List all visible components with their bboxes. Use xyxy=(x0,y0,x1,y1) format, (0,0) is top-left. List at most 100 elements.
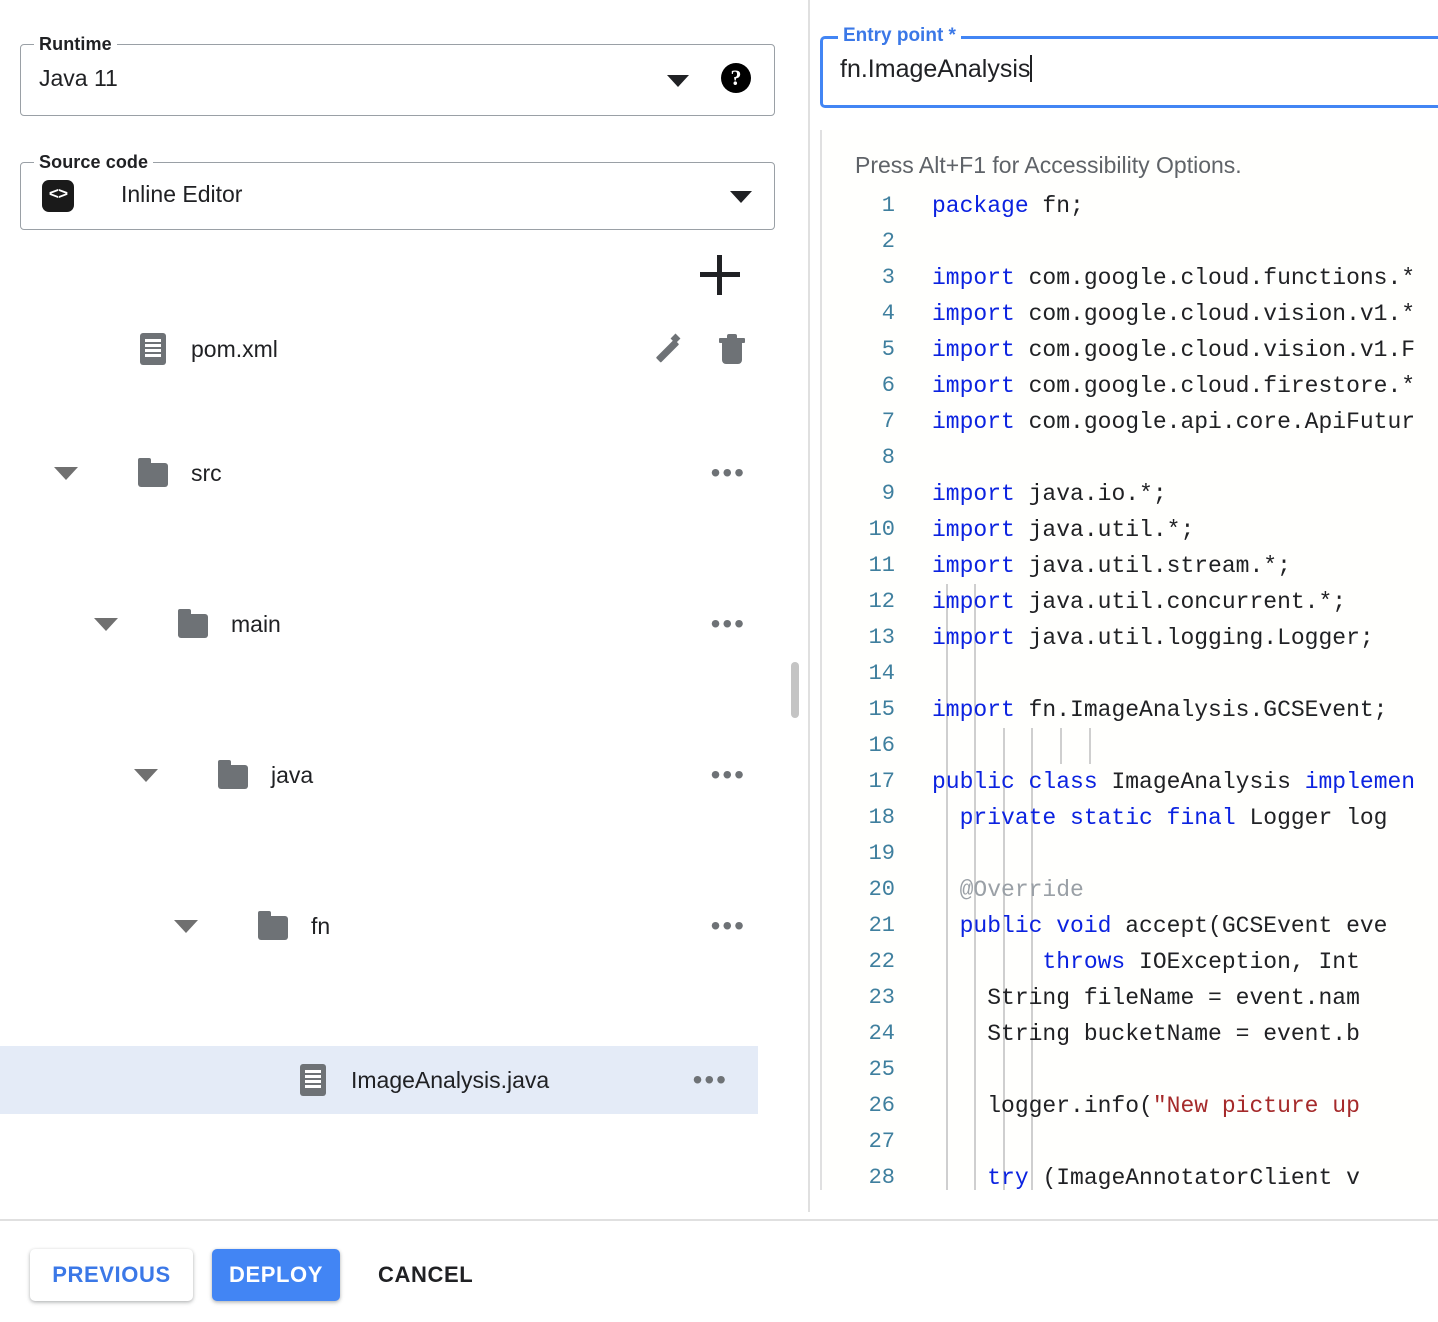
code-line: 6 import com.google.cloud.firestore.* xyxy=(822,368,1438,404)
edit-pencil-icon[interactable] xyxy=(660,334,690,364)
code-line: 25 xyxy=(822,1052,1438,1088)
line-number: 3 xyxy=(822,260,895,296)
code-line: 9 import java.io.*; xyxy=(822,476,1438,512)
tree-item-label: ImageAnalysis.java xyxy=(351,1067,549,1094)
line-text: package fn; xyxy=(932,188,1084,224)
tree-item-label: src xyxy=(191,460,222,487)
right-editor-panel: Entry point * fn.ImageAnalysis Press Alt… xyxy=(810,0,1438,1212)
code-line: 10 import java.util.*; xyxy=(822,512,1438,548)
code-line: 22 throws IOException, Int xyxy=(822,944,1438,980)
line-number: 22 xyxy=(822,944,895,980)
line-number: 12 xyxy=(822,584,895,620)
line-number: 7 xyxy=(822,404,895,440)
chevron-down-icon[interactable] xyxy=(134,769,158,782)
code-line: 16 xyxy=(822,728,1438,764)
delete-trash-icon[interactable] xyxy=(718,334,746,364)
cancel-button[interactable]: CANCEL xyxy=(360,1249,500,1301)
tree-item-main[interactable]: main ••• xyxy=(18,593,776,655)
code-line: 13 import java.util.logging.Logger; xyxy=(822,620,1438,656)
chevron-down-icon[interactable] xyxy=(54,467,78,480)
line-number: 17 xyxy=(822,764,895,800)
line-number: 23 xyxy=(822,980,895,1016)
line-number: 27 xyxy=(822,1124,895,1160)
previous-button[interactable]: PREVIOUS xyxy=(30,1249,193,1301)
file-icon xyxy=(300,1064,326,1096)
folder-icon xyxy=(218,765,248,789)
folder-icon xyxy=(138,463,168,487)
line-text: public class ImageAnalysis implemen xyxy=(932,764,1415,800)
line-text: import com.google.api.core.ApiFutur xyxy=(932,404,1415,440)
line-number: 15 xyxy=(822,692,895,728)
line-text: import java.util.concurrent.*; xyxy=(932,584,1346,620)
tree-item-label: pom.xml xyxy=(191,336,278,363)
tree-item-imageanalysis-java[interactable]: ImageAnalysis.java ••• xyxy=(0,1046,758,1114)
line-number: 14 xyxy=(822,656,895,692)
code-line: 28 try (ImageAnnotatorClient v xyxy=(822,1160,1438,1190)
line-text: import com.google.cloud.functions.* xyxy=(932,260,1415,296)
chevron-down-icon[interactable] xyxy=(174,920,198,933)
chevron-down-icon[interactable] xyxy=(730,191,752,203)
inline-code-editor[interactable]: Press Alt+F1 for Accessibility Options. … xyxy=(820,130,1438,1190)
code-line: 8 xyxy=(822,440,1438,476)
code-line: 4 import com.google.cloud.vision.v1.* xyxy=(822,296,1438,332)
overflow-menu-icon[interactable]: ••• xyxy=(711,619,746,629)
code-line: 23 String fileName = event.nam xyxy=(822,980,1438,1016)
entry-point-input[interactable]: Entry point * fn.ImageAnalysis xyxy=(820,36,1438,108)
tree-item-java[interactable]: java ••• xyxy=(18,744,776,806)
overflow-menu-icon[interactable]: ••• xyxy=(693,1075,728,1085)
line-number: 4 xyxy=(822,296,895,332)
code-line: 24 String bucketName = event.b xyxy=(822,1016,1438,1052)
source-code-label: Source code xyxy=(34,152,153,173)
tree-item-fn[interactable]: fn ••• xyxy=(18,895,776,957)
source-code-value: Inline Editor xyxy=(121,181,242,208)
tree-item-pom-xml[interactable]: pom.xml xyxy=(18,318,776,380)
line-number: 2 xyxy=(822,224,895,260)
source-code-select[interactable]: Source code <> Inline Editor xyxy=(20,162,775,230)
add-file-button[interactable] xyxy=(700,255,740,295)
runtime-select[interactable]: Runtime Java 11 xyxy=(20,44,775,116)
line-text: import java.util.*; xyxy=(932,512,1194,548)
code-line: 12 import java.util.concurrent.*; xyxy=(822,584,1438,620)
line-number: 5 xyxy=(822,332,895,368)
code-line: 21 public void accept(GCSEvent eve xyxy=(822,908,1438,944)
file-tree: pom.xml src ••• main ••• xyxy=(18,318,776,696)
line-number: 20 xyxy=(822,872,895,908)
code-line: 5 import com.google.cloud.vision.v1.F xyxy=(822,332,1438,368)
line-text: try (ImageAnnotatorClient v xyxy=(932,1160,1360,1190)
overflow-menu-icon[interactable]: ••• xyxy=(711,468,746,478)
file-icon xyxy=(140,333,166,365)
chevron-down-icon[interactable] xyxy=(94,618,118,631)
code-line: 27 xyxy=(822,1124,1438,1160)
tree-item-label: fn xyxy=(311,913,330,940)
entry-point-value: fn.ImageAnalysis xyxy=(840,55,1032,84)
file-tree-scrollbar-thumb[interactable] xyxy=(791,662,799,718)
line-number: 18 xyxy=(822,800,895,836)
line-number: 16 xyxy=(822,728,895,764)
line-text: @Override xyxy=(932,872,1084,908)
code-line: 3 import com.google.cloud.functions.* xyxy=(822,260,1438,296)
left-config-panel: Runtime Java 11 ? Source code <> Inline … xyxy=(0,0,809,1212)
line-text: import com.google.cloud.vision.v1.F xyxy=(932,332,1415,368)
line-text: import java.util.logging.Logger; xyxy=(932,620,1374,656)
footer-actions: PREVIOUS DEPLOY CANCEL xyxy=(0,1221,1438,1322)
code-line: 26 logger.info("New picture up xyxy=(822,1088,1438,1124)
code-lines: 1 package fn; 2 3 import com.google.clou… xyxy=(822,188,1438,1190)
text-cursor xyxy=(1030,55,1032,82)
tree-item-src[interactable]: src ••• xyxy=(18,442,776,504)
line-number: 9 xyxy=(822,476,895,512)
help-icon[interactable]: ? xyxy=(721,63,751,93)
line-number: 11 xyxy=(822,548,895,584)
line-text: import fn.ImageAnalysis.GCSEvent; xyxy=(932,692,1388,728)
code-line: 1 package fn; xyxy=(822,188,1438,224)
line-text: import com.google.cloud.firestore.* xyxy=(932,368,1415,404)
code-line: 2 xyxy=(822,224,1438,260)
line-number: 25 xyxy=(822,1052,895,1088)
entry-point-label: Entry point * xyxy=(838,25,961,47)
overflow-menu-icon[interactable]: ••• xyxy=(711,921,746,931)
line-number: 10 xyxy=(822,512,895,548)
deploy-button[interactable]: DEPLOY xyxy=(212,1249,340,1301)
line-number: 28 xyxy=(822,1160,895,1190)
overflow-menu-icon[interactable]: ••• xyxy=(711,770,746,780)
line-number: 6 xyxy=(822,368,895,404)
chevron-down-icon[interactable] xyxy=(667,75,689,87)
